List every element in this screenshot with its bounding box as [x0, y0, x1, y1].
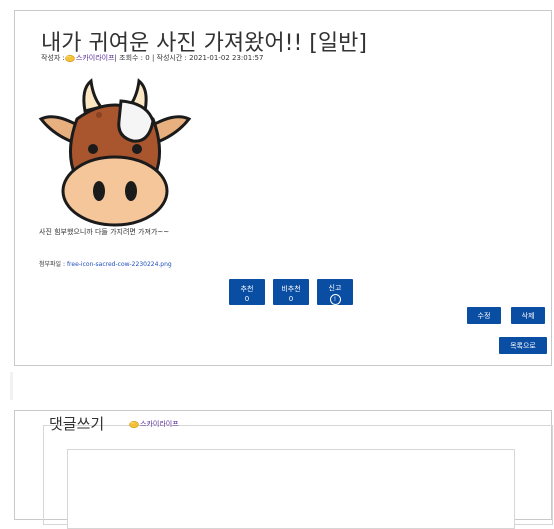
attachment-row: 첨부파일 : free-icon-sacred-cow-2230224.png	[39, 259, 172, 268]
edit-button[interactable]: 수정	[467, 307, 501, 324]
not-recommend-label: 비추천	[281, 284, 301, 293]
user-hand-icon	[129, 421, 139, 428]
delete-button[interactable]: 삭제	[511, 307, 545, 324]
post-card: 내가 귀여운 사진 가져왔어!! [일반] 작성자 : 스카이라이프 | 조회수…	[14, 10, 552, 366]
comment-user: 스카이라이프	[129, 419, 179, 429]
comment-user-name: 스카이라이프	[140, 420, 179, 428]
author-name[interactable]: 스카이라이프	[76, 53, 115, 63]
recommend-count: 0	[244, 294, 250, 303]
post-meta: 작성자 : 스카이라이프 | 조회수 : 0 | 작성시간 : 2021-01-…	[41, 53, 263, 63]
not-recommend-count: 0	[288, 294, 294, 303]
attachment-link[interactable]: free-icon-sacred-cow-2230224.png	[67, 261, 172, 268]
author-label: 작성자 :	[41, 54, 65, 62]
recommend-button[interactable]: 추천 0	[229, 279, 265, 305]
attachment-label: 첨부파일 :	[39, 261, 66, 268]
cow-image	[38, 78, 192, 227]
section-divider	[10, 372, 13, 400]
recommend-label: 추천	[240, 284, 254, 293]
comment-card: 댓글쓰기 스카이라이프	[14, 410, 553, 529]
report-button[interactable]: 신고 !	[317, 279, 353, 305]
list-button[interactable]: 목록으로	[499, 337, 547, 354]
comment-heading: 댓글쓰기	[49, 415, 105, 433]
views-and-date: | 조회수 : 0 | 작성시간 : 2021-01-02 23:01:57	[114, 54, 264, 62]
comment-input[interactable]	[67, 449, 515, 529]
report-label: 신고	[328, 283, 342, 292]
not-recommend-button[interactable]: 비추천 0	[273, 279, 309, 305]
info-circle-icon: !	[329, 293, 341, 305]
user-hand-icon	[65, 55, 75, 62]
post-body: 사진 힘부했으니까 다들 가지려면 가져가~~	[39, 228, 170, 236]
